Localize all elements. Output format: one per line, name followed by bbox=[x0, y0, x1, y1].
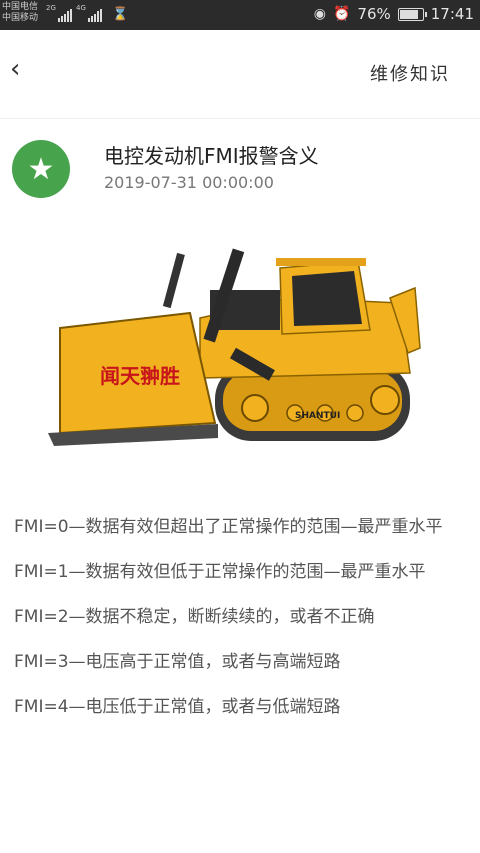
hourglass-icon: ⌛ bbox=[112, 7, 129, 22]
chevron-left-icon[interactable]: ‹ bbox=[10, 54, 20, 84]
article-date: 2019-07-31 00:00:00 bbox=[104, 173, 274, 192]
carrier-1: 中国电信 bbox=[2, 2, 39, 12]
paragraph: FMI=4—电压低于正常值，或者与低端短路 bbox=[14, 697, 341, 717]
track-wheel bbox=[346, 404, 364, 422]
page-title: 维修知识 bbox=[370, 64, 450, 85]
status-bar: 中国电信 中国移动 2G 4G ⌛ ◉ ⏰ 76% 17:41 bbox=[0, 0, 480, 30]
blade-lettering: 闻天翀胜 bbox=[100, 364, 180, 388]
battery-icon bbox=[397, 7, 427, 21]
sprocket bbox=[370, 385, 400, 415]
clock: 17:41 bbox=[430, 5, 474, 23]
battery-percent: 76% bbox=[357, 5, 391, 23]
cab-window bbox=[292, 271, 362, 326]
carrier-2: 中国移动 bbox=[2, 13, 39, 23]
paragraph: FMI=0—数据有效但超出了正常操作的范围—最严重水平 bbox=[14, 517, 443, 537]
paragraph: FMI=1—数据有效但低于正常操作的范围—最严重水平 bbox=[14, 562, 426, 582]
eye-icon: ◉ bbox=[313, 6, 326, 22]
paragraph: FMI=3—电压高于正常值，或者与高端短路 bbox=[14, 652, 341, 672]
article-title: 电控发动机FMI报警含义 bbox=[104, 144, 319, 168]
brand-label: SHANTUI bbox=[295, 411, 340, 421]
signal-icon bbox=[88, 8, 102, 22]
signal-icon bbox=[58, 8, 72, 22]
cab-roof bbox=[276, 258, 366, 266]
alarm-icon: ⏰ bbox=[332, 6, 351, 22]
network-type-1: 2G bbox=[46, 4, 56, 12]
network-type-2: 4G bbox=[76, 4, 86, 12]
bulldozer-image: 闻天翀胜 SHANTUI bbox=[40, 228, 440, 468]
nav-bar: ‹ 维修知识 bbox=[0, 30, 480, 119]
article-body: FMI=0—数据有效但超出了正常操作的范围—最严重水平 FMI=1—数据有效但低… bbox=[14, 512, 466, 737]
bulldozer-illustration: 闻天翀胜 SHANTUI bbox=[48, 248, 421, 446]
article-header: ★ 电控发动机FMI报警含义 2019-07-31 00:00:00 bbox=[0, 126, 480, 216]
track-wheel bbox=[241, 394, 269, 422]
carrier-labels: 中国电信 中国移动 bbox=[2, 2, 38, 24]
paragraph: FMI=2—数据不稳定，断断续续的，或者不正确 bbox=[14, 607, 375, 627]
star-icon: ★ bbox=[12, 140, 70, 198]
exhaust-pipe bbox=[162, 252, 185, 309]
